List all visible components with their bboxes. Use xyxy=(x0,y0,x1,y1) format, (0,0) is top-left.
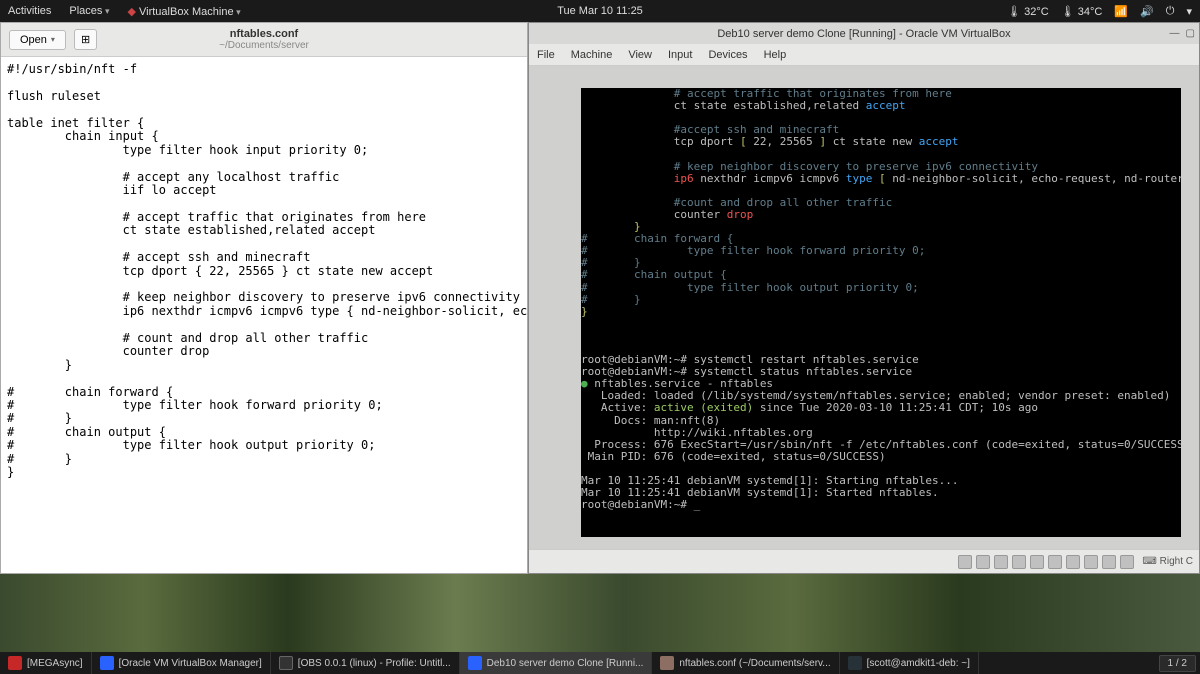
shared-icon[interactable] xyxy=(1048,555,1062,569)
task-obs[interactable]: [OBS 0.0.1 (linux) - Profile: Untitl... xyxy=(271,652,460,674)
obs-icon xyxy=(279,656,293,670)
display-icon[interactable] xyxy=(1066,555,1080,569)
host-key-label: ⌨ Right C xyxy=(1142,556,1193,567)
gedit-headerbar: Open ⊞ nftables.conf ~/Documents/server xyxy=(1,23,527,57)
usb-icon[interactable] xyxy=(1030,555,1044,569)
gedit-icon xyxy=(660,656,674,670)
menu-help[interactable]: Help xyxy=(764,49,787,61)
clock[interactable]: Tue Mar 10 11:25 xyxy=(557,5,643,17)
maximize-button[interactable]: ▢ xyxy=(1186,28,1195,39)
terminal-icon xyxy=(848,656,862,670)
gedit-window: Open ⊞ nftables.conf ~/Documents/server … xyxy=(0,22,528,574)
volume-icon[interactable]: 🔊 xyxy=(1140,5,1154,18)
mouse-icon[interactable] xyxy=(1120,555,1134,569)
menu-file[interactable]: File xyxy=(537,49,555,61)
vbox-icon xyxy=(468,656,482,670)
places-menu[interactable]: Places xyxy=(69,5,109,17)
task-terminal[interactable]: [scott@amdkit1-deb: ~] xyxy=(840,652,979,674)
menu-input[interactable]: Input xyxy=(668,49,692,61)
vbox-icon xyxy=(100,656,114,670)
audio-icon[interactable] xyxy=(994,555,1008,569)
optical-icon[interactable] xyxy=(976,555,990,569)
task-vbox-vm[interactable]: Deb10 server demo Clone [Runni... xyxy=(460,652,653,674)
vbox-title-text: Deb10 server demo Clone [Running] - Orac… xyxy=(717,28,1010,40)
record-icon[interactable] xyxy=(1084,555,1098,569)
net-icon[interactable] xyxy=(1012,555,1026,569)
taskbar: [MEGAsync] [Oracle VM VirtualBox Manager… xyxy=(0,652,1200,674)
task-megasync[interactable]: [MEGAsync] xyxy=(0,652,92,674)
chevron-down-icon[interactable]: ▾ xyxy=(1186,5,1192,18)
hdd-icon[interactable] xyxy=(958,555,972,569)
menu-devices[interactable]: Devices xyxy=(708,49,747,61)
task-vbox-manager[interactable]: [Oracle VM VirtualBox Manager] xyxy=(92,652,271,674)
vbox-menubar: File Machine View Input Devices Help xyxy=(529,44,1199,66)
menu-machine[interactable]: Machine xyxy=(571,49,613,61)
app-menu[interactable]: ◆ VirtualBox Machine xyxy=(127,5,240,18)
power-icon[interactable]: ⏻ xyxy=(1166,5,1175,18)
terminal[interactable]: # accept traffic that originates from he… xyxy=(581,88,1181,537)
temp-sensor-1: 🌡 32°C xyxy=(1007,5,1049,18)
vbox-statusbar: ⌨ Right C xyxy=(529,549,1199,573)
temp-sensor-2: 🌡 34°C xyxy=(1061,5,1103,18)
task-gedit[interactable]: nftables.conf (~/Documents/serv... xyxy=(652,652,839,674)
cpu-icon[interactable] xyxy=(1102,555,1116,569)
vm-display[interactable]: # accept traffic that originates from he… xyxy=(529,66,1199,549)
megasync-icon xyxy=(8,656,22,670)
gnome-topbar: Activities Places ◆ VirtualBox Machine T… xyxy=(0,0,1200,22)
virtualbox-window: Deb10 server demo Clone [Running] - Orac… xyxy=(528,22,1200,574)
system-tray[interactable]: 🌡 32°C 🌡 34°C 📶 🔊 ⏻ ▾ xyxy=(1007,5,1192,18)
editor-content[interactable]: #!/usr/sbin/nft -f flush ruleset table i… xyxy=(1,57,527,486)
new-tab-button[interactable]: ⊞ xyxy=(74,29,97,50)
open-button[interactable]: Open xyxy=(9,30,66,50)
activities-button[interactable]: Activities xyxy=(8,5,51,17)
workspace-switcher[interactable]: 1 / 2 xyxy=(1159,655,1196,672)
network-icon[interactable]: 📶 xyxy=(1114,5,1128,18)
gedit-title: nftables.conf ~/Documents/server xyxy=(219,28,309,51)
vbox-titlebar[interactable]: Deb10 server demo Clone [Running] - Orac… xyxy=(529,23,1199,44)
minimize-button[interactable]: — xyxy=(1170,28,1180,39)
menu-view[interactable]: View xyxy=(628,49,652,61)
desktop-wallpaper xyxy=(0,574,1200,652)
